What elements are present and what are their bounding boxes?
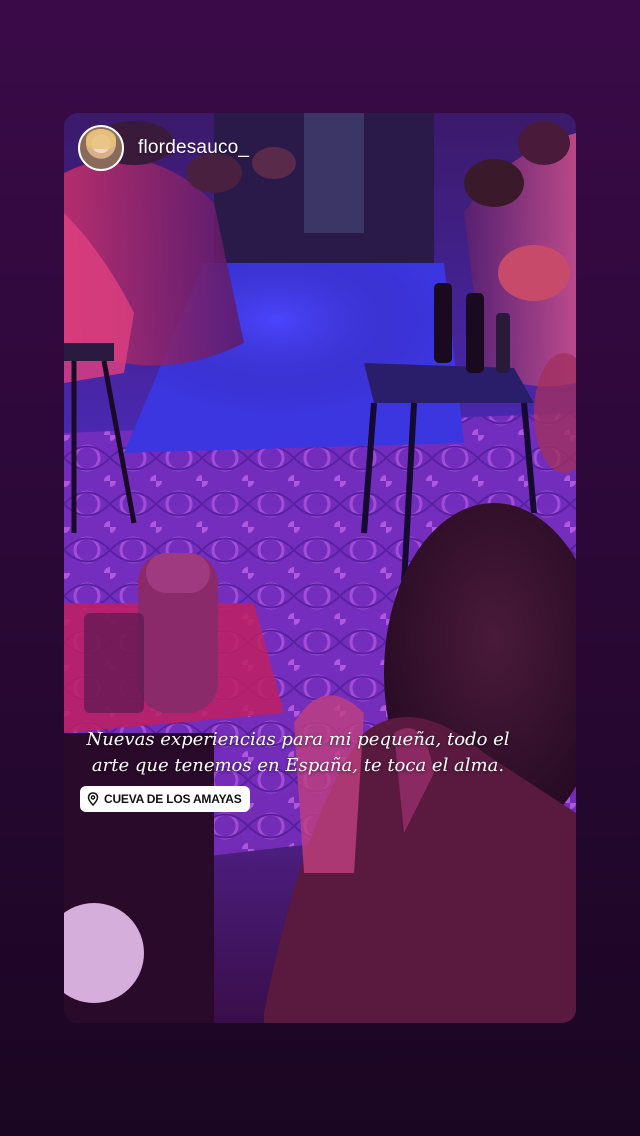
flamenco-venue-photo <box>64 113 576 1023</box>
story-screen: flordesauco_ Nuevas experiencias para mi… <box>0 0 640 1136</box>
story-caption: Nuevas experiencias para mi pequeña, tod… <box>86 729 510 776</box>
username[interactable]: flordesauco_ <box>138 137 249 159</box>
story-header: flordesauco_ <box>78 125 249 171</box>
location-name: CUEVA DE LOS AMAYAS <box>104 792 242 806</box>
location-pin-icon <box>87 792 99 806</box>
profile-avatar[interactable] <box>78 125 124 171</box>
location-sticker[interactable]: CUEVA DE LOS AMAYAS <box>80 786 250 812</box>
story-card[interactable]: flordesauco_ Nuevas experiencias para mi… <box>64 113 576 1023</box>
